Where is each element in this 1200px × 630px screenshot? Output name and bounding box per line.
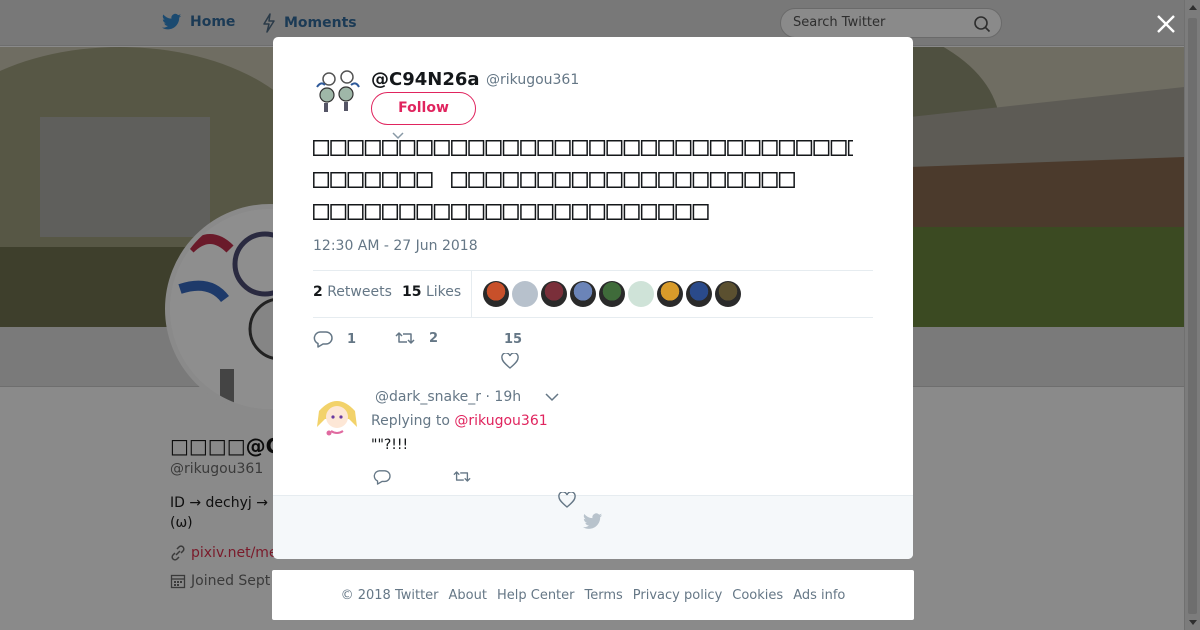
reply-action[interactable]: 1 — [313, 330, 356, 348]
tweet-author-handle[interactable]: @rikugou361 — [486, 72, 579, 88]
nav-moments-label: Moments — [284, 15, 357, 31]
reply-author-avatar-image — [313, 391, 361, 439]
tweet-text-line2: □□□□□□□ □□□□□□□□□□□□□□□□□□□□ — [313, 163, 797, 194]
tweet-text: □□□□□□□□□□□□□□□□□□□□□□□□□□□□□□□□ □□□□□□□… — [313, 131, 853, 227]
likes-stat-count: 15 — [402, 284, 422, 300]
twitter-bird-icon — [583, 513, 603, 529]
search-box — [780, 8, 1002, 38]
footer-link-about[interactable]: About — [449, 588, 487, 603]
footer-link-terms[interactable]: Terms — [585, 588, 623, 603]
scroll-down-arrow-icon[interactable] — [1189, 620, 1197, 625]
link-icon — [171, 545, 185, 561]
liker-avatar[interactable] — [599, 281, 625, 307]
retweet-count: 2 — [429, 330, 439, 346]
profile-handle: @rikugou361 — [170, 461, 264, 477]
heart-icon[interactable] — [501, 353, 519, 369]
nav-home-label: Home — [190, 14, 236, 30]
tweet-timestamp[interactable]: 12:30 AM - 27 Jun 2018 — [313, 238, 478, 254]
retweet-action[interactable]: 2 — [395, 330, 438, 346]
profile-bio-line2: (ω) — [170, 515, 193, 531]
stats-divider — [471, 271, 472, 318]
likes-stat[interactable]: 15 Likes — [402, 284, 461, 300]
likes-stat-label: Likes — [425, 284, 462, 300]
reply-icon — [313, 331, 333, 348]
tweet-actions: 1 2 15 — [313, 330, 873, 370]
tweet-text-line1: □□□□□□□□□□□□□□□□□□□□□□□□□□□□□□□□ — [313, 131, 853, 162]
twitter-bird-icon — [162, 13, 182, 30]
tweet-modal: @C94N26a @rikugou361 Follow □□□□□□□□□□□□… — [273, 37, 913, 559]
tweet-text-line3: □□□□□□□□□□□□□□□□□□□□□□□ — [313, 195, 710, 226]
page-scrollbar[interactable] — [1184, 0, 1200, 630]
reply-text: ""?!!! — [371, 437, 409, 453]
reply-heart-icon[interactable] — [558, 492, 576, 508]
replying-to: Replying to @rikugou361 — [371, 413, 548, 429]
footer-link-privacy-policy[interactable]: Privacy policy — [633, 588, 722, 603]
tweet-author-name[interactable]: @C94N26a — [371, 69, 480, 90]
footer-link-help-center[interactable]: Help Center — [497, 588, 575, 603]
footer-link-ads-info[interactable]: Ads info — [793, 588, 845, 603]
retweets-stat-count: 2 — [313, 284, 323, 300]
liker-avatar[interactable] — [657, 281, 683, 307]
tweet-author-avatar-image — [313, 67, 361, 115]
liker-avatar[interactable] — [570, 281, 596, 307]
footer-link-cookies[interactable]: Cookies — [732, 588, 783, 603]
like-count: 15 — [504, 332, 523, 347]
reply-count: 1 — [347, 331, 357, 347]
liker-avatar[interactable] — [715, 281, 741, 307]
scroll-thumb[interactable] — [1188, 18, 1197, 614]
reply-author-handle: @dark_snake_r — [375, 389, 482, 405]
footer-copyright: © 2018 Twitter — [340, 587, 439, 603]
profile-bio: ID → dechyj → (ω) — [170, 493, 280, 533]
retweets-stat-label: Retweets — [327, 284, 392, 300]
modal-footer — [273, 492, 913, 559]
nav-moments[interactable]: Moments — [262, 13, 357, 33]
reply-menu-chevron-icon[interactable] — [545, 393, 559, 402]
reply-retweet-icon[interactable] — [453, 469, 471, 484]
replying-to-link[interactable]: @rikugou361 — [454, 413, 547, 429]
scroll-up-arrow-icon[interactable] — [1189, 5, 1197, 10]
retweet-icon — [395, 332, 415, 344]
reply-tweet: @dark_snake_r · 19h Replying to @rikugou… — [313, 389, 873, 494]
close-icon[interactable] — [1152, 10, 1180, 38]
search-icon[interactable] — [973, 15, 991, 33]
liker-avatar[interactable] — [686, 281, 712, 307]
profile-joined: Joined Sept — [170, 573, 270, 589]
retweets-stat[interactable]: 2 Retweets — [313, 284, 392, 300]
liker-avatar[interactable] — [541, 281, 567, 307]
search-input[interactable] — [793, 15, 963, 30]
reply-author-avatar[interactable] — [313, 391, 361, 439]
calendar-icon — [170, 574, 186, 589]
lightning-icon — [263, 13, 275, 33]
follow-button[interactable]: Follow — [371, 92, 476, 125]
profile-link[interactable]: pixiv.net/me — [170, 545, 278, 561]
profile-bio-line1: ID → dechyj → — [170, 495, 268, 511]
liker-avatar[interactable] — [628, 281, 654, 307]
likers-avatars — [483, 281, 744, 307]
reply-reply-icon[interactable] — [373, 469, 391, 485]
liker-avatar[interactable] — [512, 281, 538, 307]
tweet-author-avatar[interactable] — [313, 67, 361, 115]
reply-author[interactable]: @dark_snake_r · 19h — [375, 389, 521, 405]
profile-joined-text: Joined Sept — [191, 573, 271, 589]
liker-avatar[interactable] — [483, 281, 509, 307]
profile-link-text: pixiv.net/me — [191, 545, 278, 561]
footer-links: © 2018 Twitter About Help Center Terms P… — [272, 570, 914, 620]
replying-to-prefix: Replying to — [371, 413, 450, 429]
tweet-stats: 2 Retweets 15 Likes — [313, 270, 873, 318]
reply-time: · 19h — [485, 389, 522, 405]
nav-home[interactable]: Home — [162, 13, 235, 31]
